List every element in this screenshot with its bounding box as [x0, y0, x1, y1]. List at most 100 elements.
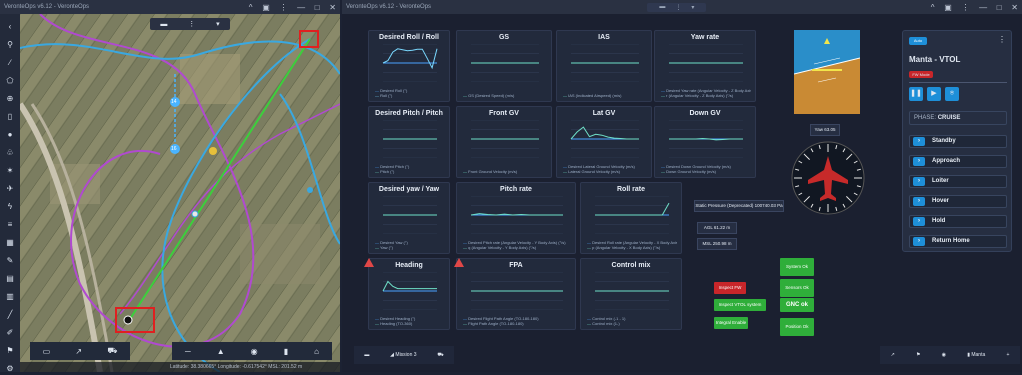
chart-title: Roll rate	[616, 186, 645, 193]
hover-label: Hover	[932, 198, 950, 204]
approach-label: Approach	[932, 158, 961, 164]
share-icon[interactable]: ↗	[75, 347, 82, 356]
chevron-right-icon: ›	[913, 137, 925, 146]
series-line	[595, 202, 670, 216]
chevron-right-icon: ›	[913, 177, 925, 186]
dashboard-view-icon[interactable]: ▬	[659, 4, 665, 11]
window-controls: ^ ▣ ⋮ — □ ✕	[241, 3, 336, 12]
aircraft-selector[interactable]: ▮ Manta	[967, 352, 985, 358]
satellite-map[interactable]: 14 16 ▬ ⋮ ▾ ▭ ↗ ⛟ ─ ▲ ◉ ▮ ⌂ Latitude: 38…	[20, 14, 340, 372]
more-icon[interactable]: ⋮	[279, 3, 287, 12]
dashboard-more-icon[interactable]: ⋮	[675, 4, 681, 11]
coordinates-readout: Latitude: 38.380665° Longitude: -0.61754…	[20, 362, 340, 372]
user-icon[interactable]: ⍟	[945, 87, 959, 101]
add-icon[interactable]: +	[1006, 352, 1009, 358]
circle-icon[interactable]: ●	[4, 129, 16, 141]
return-home-button[interactable]: › Return Home	[909, 235, 1007, 248]
map-view-icon[interactable]: ▬	[160, 21, 167, 28]
settings-icon[interactable]: ⚙	[4, 363, 16, 375]
position-ok-button[interactable]: Position Ok	[780, 318, 814, 336]
layers-icon[interactable]: ≡	[4, 219, 16, 231]
minimize-button[interactable]: —	[297, 3, 305, 12]
aircraft-name: Manta - VTOL	[909, 55, 961, 64]
phone-icon[interactable]: ▯	[4, 111, 16, 123]
collapse-icon[interactable]: ^	[931, 3, 935, 12]
hold-button[interactable]: › Hold	[909, 215, 1007, 228]
flag-icon[interactable]: ⚑	[916, 352, 920, 358]
close-button[interactable]: ✕	[329, 3, 336, 12]
chevron-right-icon: ›	[913, 157, 925, 166]
pen-icon[interactable]: ✐	[4, 327, 16, 339]
line-tool-icon[interactable]: ─	[185, 347, 191, 356]
maximize-button[interactable]: □	[997, 3, 1002, 12]
standby-button[interactable]: › Standby	[909, 135, 1007, 148]
legend-item: — p (Angular Velocity - X Body Axis) (°/…	[587, 245, 661, 250]
map-top-controls: ▬ ⋮ ▾	[150, 18, 230, 30]
collapse-icon[interactable]: ^	[249, 3, 253, 12]
edit-icon[interactable]: ✎	[4, 255, 16, 267]
mission-selector[interactable]: ◢ Mission 3	[390, 352, 416, 358]
legend-item: — Control mix (1-)	[587, 321, 620, 326]
yaw-rate-plot	[669, 44, 743, 82]
vehicle-icon[interactable]: ⛟	[107, 346, 117, 356]
integral-enable-button[interactable]: Integral Enable	[714, 317, 748, 329]
more-icon[interactable]: ⋮	[961, 3, 969, 12]
chart-title: GS	[498, 34, 510, 41]
ruler-icon[interactable]: ╱	[4, 309, 16, 321]
plane-icon[interactable]: ✈	[4, 183, 16, 195]
chart-icon[interactable]: ▤	[4, 273, 16, 285]
gnc-ok-button[interactable]: GNC ok	[780, 298, 814, 312]
map-expand-icon[interactable]: ▾	[216, 20, 220, 28]
stack-icon[interactable]: ▥	[4, 291, 16, 303]
pin-window-icon[interactable]: ▣	[262, 3, 270, 12]
tree-icon[interactable]: ♧	[4, 147, 16, 159]
dashboard-expand-icon[interactable]: ▾	[691, 4, 694, 11]
inspect-vtol-button[interactable]: Inspect VTOL system	[714, 299, 766, 311]
window-title: VeronteOps v6.12 - VeronteOps	[4, 4, 90, 10]
back-icon[interactable]: ‹	[4, 21, 16, 33]
polygon-icon[interactable]: ⬠	[4, 75, 16, 87]
vehicle-icon[interactable]: ⛟	[437, 352, 443, 359]
eye-icon[interactable]: ◉	[251, 347, 258, 356]
route-icon[interactable]: ∕	[4, 57, 16, 69]
chart-title: Desired Roll / Roll	[379, 34, 439, 41]
pause-icon[interactable]: ❚❚	[909, 87, 923, 101]
triangle-tool-icon[interactable]: ▲	[217, 347, 225, 356]
system-ok-button[interactable]: System Ok	[780, 258, 814, 276]
bolt-icon[interactable]: ϟ	[4, 201, 16, 213]
screen-icon[interactable]: ▭	[43, 347, 51, 356]
series-line	[382, 280, 437, 292]
hover-button[interactable]: › Hover	[909, 195, 1007, 208]
roll-rate-chart-panel: Roll rate — Desired Roll rate (Angular Ve…	[580, 182, 682, 254]
play-icon[interactable]: ▶	[927, 87, 941, 101]
agl-readout: AGL 61.22 m	[697, 222, 737, 234]
route-icon[interactable]: ↗	[891, 352, 895, 358]
minimize-button[interactable]: —	[979, 3, 987, 12]
sun-icon[interactable]: ✶	[4, 165, 16, 177]
waypoint-label-14: 14	[171, 99, 177, 105]
close-button[interactable]: ✕	[1011, 3, 1018, 12]
eye-icon[interactable]: ◉	[942, 352, 946, 358]
target-icon[interactable]: ⊕	[4, 93, 16, 105]
map-more-icon[interactable]: ⋮	[188, 20, 195, 28]
screen-icon[interactable]: ▬	[364, 352, 369, 358]
home-icon[interactable]: ⌂	[314, 347, 319, 356]
maximize-button[interactable]: □	[315, 3, 320, 12]
panel-menu-icon[interactable]: ⋮	[998, 35, 1006, 44]
window-controls: ^ ▣ ⋮ — □ ✕	[923, 3, 1018, 12]
battery-icon[interactable]: ▮	[284, 347, 288, 356]
approach-button[interactable]: › Approach	[909, 155, 1007, 168]
grid-icon[interactable]: ▦	[4, 237, 16, 249]
series-line	[382, 48, 438, 70]
loiter-label: Loiter	[932, 178, 949, 184]
sensors-ok-button[interactable]: Sensors Ok	[780, 279, 814, 297]
legend-item: — Heading (TO-360)	[375, 321, 413, 326]
pin-window-icon[interactable]: ▣	[944, 3, 952, 12]
flag-icon[interactable]: ⚑	[4, 345, 16, 357]
loiter-button[interactable]: › Loiter	[909, 175, 1007, 188]
chart-legend: — Desired Flight Path Angle (TO-180-180)…	[463, 316, 571, 326]
pin-icon[interactable]: ⚲	[4, 39, 16, 51]
aircraft-mission-panel: Auto ⋮ Manta - VTOL FW Mode ❚❚ ▶ ⍟ PHASE…	[902, 30, 1012, 252]
inspect-fw-button[interactable]: Inspect FW	[714, 282, 746, 294]
manta-label: Manta	[971, 352, 986, 358]
